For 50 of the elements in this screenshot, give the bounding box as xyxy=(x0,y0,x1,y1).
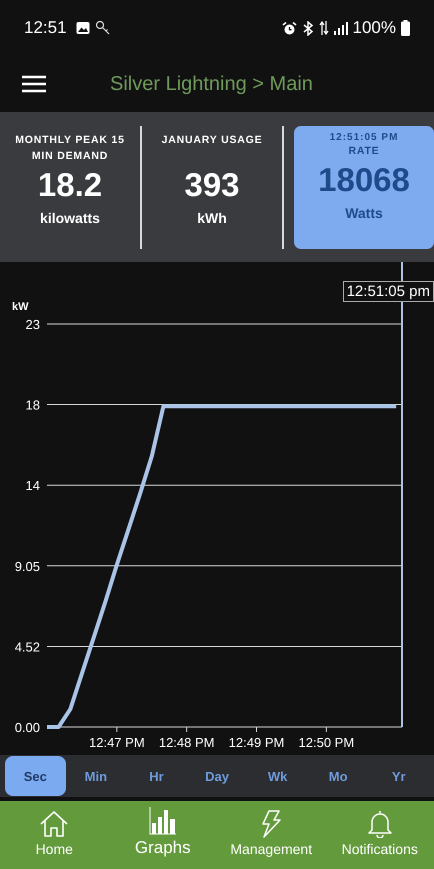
screen-title: Silver Lightning > Main xyxy=(110,72,313,96)
range-tab[interactable]: Min xyxy=(66,756,126,796)
stat-label: JANUARY USAGE xyxy=(162,132,262,148)
bluetooth-icon xyxy=(302,20,314,36)
nav-tab[interactable]: Management xyxy=(217,801,326,869)
alarm-icon xyxy=(282,20,297,36)
range-tab[interactable]: Hr xyxy=(126,756,187,796)
stat-label: RATE xyxy=(348,144,380,158)
key-icon xyxy=(94,20,111,36)
bell-icon xyxy=(366,810,393,838)
y-tick-label: 4.52 xyxy=(14,639,40,654)
signal-icon xyxy=(334,22,348,34)
x-tick-label: 12:47 PM xyxy=(89,735,145,750)
stat-value: 18.2 xyxy=(38,166,102,204)
home-icon xyxy=(39,810,70,838)
lightning-icon xyxy=(260,810,282,838)
stat-value: 393 xyxy=(184,166,240,204)
y-tick-label: 18 xyxy=(26,398,40,413)
stat-unit: kWh xyxy=(197,210,227,226)
battery-percent: 100% xyxy=(352,18,396,38)
y-tick-label: 23 xyxy=(26,317,40,332)
y-tick-label: 9.05 xyxy=(14,558,40,574)
stat-unit: kilowatts xyxy=(40,210,100,226)
x-tick-label: 12:50 PM xyxy=(298,735,354,750)
nav-tab[interactable]: Home xyxy=(0,801,108,869)
range-tab[interactable]: Sec xyxy=(5,756,66,796)
battery-icon xyxy=(401,20,410,36)
menu-icon[interactable] xyxy=(22,75,46,93)
y-tick-label: 14 xyxy=(26,478,40,494)
nav-tab[interactable]: Graphs xyxy=(108,801,217,869)
stat-card[interactable]: 12:51:05 PM RATE 18068 Watts xyxy=(294,126,434,248)
stat-unit: Watts xyxy=(345,204,383,220)
image-icon xyxy=(76,21,90,35)
clock-time: 12:51 xyxy=(24,18,67,38)
y-tick-label: 0.00 xyxy=(14,720,40,735)
x-tick-label: 12:49 PM xyxy=(228,735,284,750)
stat-value: 18068 xyxy=(318,160,410,198)
range-tab[interactable]: Day xyxy=(186,756,248,796)
range-tab[interactable]: Wk xyxy=(247,756,308,796)
cursor-line[interactable] xyxy=(401,262,403,727)
x-tick-label: 12:48 PM xyxy=(158,735,214,750)
stat-label: MONTHLY PEAK 15 MIN DEMAND xyxy=(14,132,126,164)
cursor-time-label: 12:51:05 pm xyxy=(342,281,434,302)
range-tab[interactable]: Yr xyxy=(368,756,430,796)
bar-chart-icon xyxy=(148,807,177,835)
nav-tab[interactable]: Notifications xyxy=(326,801,434,869)
axis-unit-label: kW xyxy=(12,301,28,313)
data-arrows-icon xyxy=(318,20,329,36)
stat-timestamp: 12:51:05 PM xyxy=(330,132,398,142)
range-tab[interactable]: Mo xyxy=(308,756,368,796)
